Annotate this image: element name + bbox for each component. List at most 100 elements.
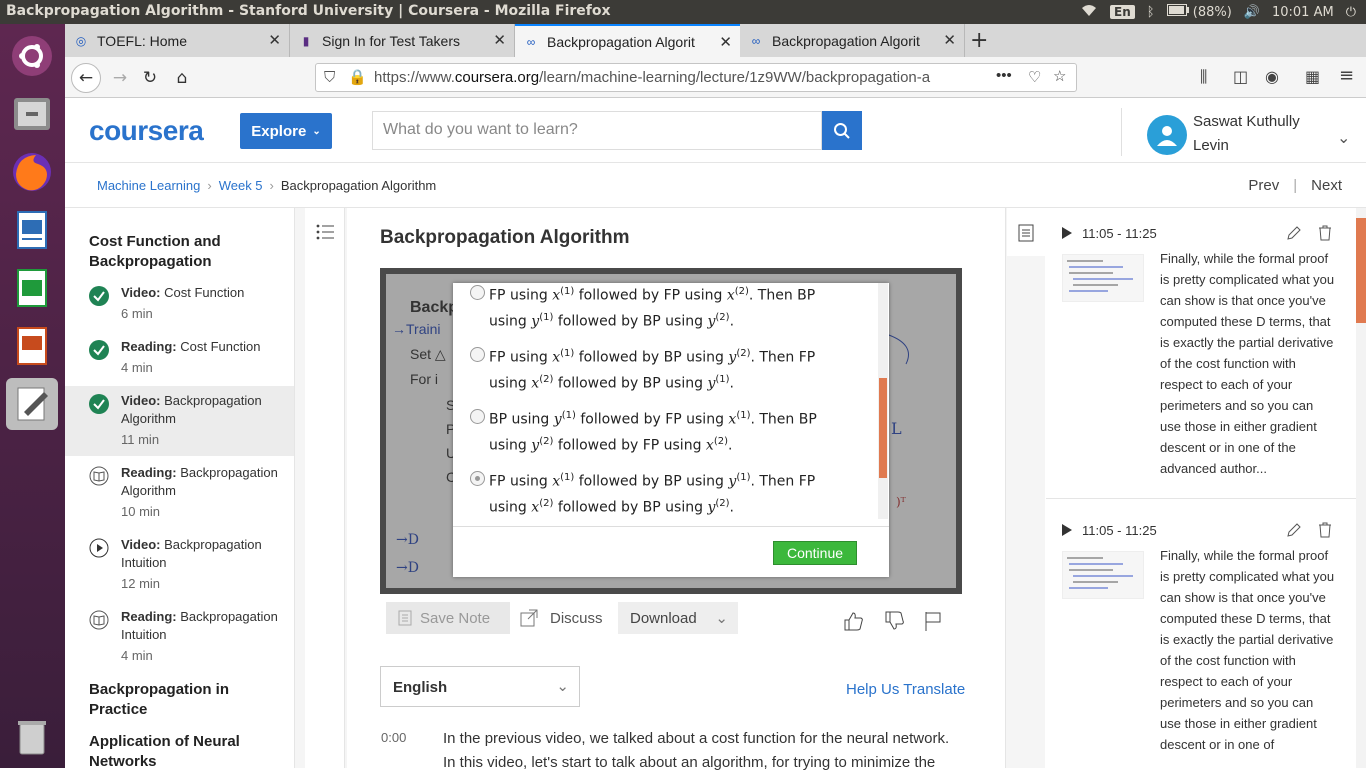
home-button[interactable]: ⌂ [167, 63, 197, 93]
sidebar-item-video-backprop-algorithm[interactable]: Video: Backpropagation Algorithm 11 min [65, 386, 294, 456]
impress-icon[interactable] [6, 320, 58, 372]
battery-indicator[interactable]: (88%) [1166, 4, 1232, 20]
transcript-language-select[interactable]: English ⌄ [380, 666, 580, 707]
text-editor-icon[interactable] [6, 378, 58, 430]
transcript-timestamp[interactable]: 0:00 [381, 730, 406, 745]
language-value: English [393, 679, 448, 696]
files-icon[interactable] [6, 88, 58, 140]
back-button[interactable]: ← [71, 63, 101, 93]
prev-button[interactable]: Prev [1248, 177, 1279, 194]
sidebar-item-reading-cost-function[interactable]: Reading: Cost Function 4 min [65, 332, 294, 386]
sidebar-item-reading-backprop-intuition[interactable]: Reading: Backpropagation Intuition 4 min [65, 602, 294, 672]
chevron-down-icon[interactable]: ⌄ [1337, 128, 1350, 147]
radio-button[interactable] [470, 285, 485, 300]
user-name[interactable]: Saswat Kuthully Levin [1193, 110, 1303, 158]
writer-icon[interactable] [6, 204, 58, 256]
keyboard-layout[interactable]: En [1110, 5, 1135, 19]
calc-icon[interactable] [6, 262, 58, 314]
sidebar-item-video-cost-function[interactable]: Video: Cost Function 6 min [65, 278, 294, 332]
url-text[interactable]: https://www.coursera.org/learn/machine-l… [374, 69, 964, 86]
volume-icon[interactable]: 🔊 [1244, 5, 1260, 20]
chevron-down-icon: ⌄ [312, 125, 321, 137]
avatar[interactable] [1147, 115, 1187, 155]
note-thumbnail[interactable] [1062, 254, 1144, 302]
new-tab-button[interactable]: + [970, 28, 988, 53]
scrollbar-thumb[interactable] [1356, 218, 1366, 323]
quiz-option-1[interactable]: FP using x(1) followed by FP using x(2).… [470, 281, 829, 332]
radio-button[interactable] [470, 347, 485, 362]
math-var: x [552, 473, 561, 490]
bluetooth-icon[interactable]: ᛒ [1147, 5, 1155, 20]
close-tab-icon[interactable]: ✕ [719, 33, 732, 51]
continue-button[interactable]: Continue [773, 541, 857, 565]
quiz-option-3[interactable]: BP using y(1) followed by FP using x(1).… [470, 405, 829, 456]
bookmark-star-icon[interactable]: ☆ [1053, 67, 1066, 85]
flag-icon[interactable] [922, 610, 944, 632]
pocket-icon[interactable]: ♡ [1028, 68, 1041, 86]
clock[interactable]: 10:01 AM [1272, 5, 1334, 20]
notes-toggle-button[interactable] [1007, 208, 1045, 256]
sidebar-icon[interactable]: ◫ [1233, 67, 1248, 86]
tab-backprop[interactable]: ∞ Backpropagation Algorit ✕ [740, 24, 965, 57]
scrollbar-thumb[interactable] [879, 378, 887, 478]
item-type: Video: [121, 285, 161, 300]
pencil-icon[interactable] [1286, 522, 1302, 538]
power-icon[interactable]: ⏻ [1346, 5, 1356, 20]
thumbs-up-icon[interactable] [842, 610, 864, 632]
download-dropdown[interactable]: Download ⌄ [618, 602, 738, 634]
trash-icon[interactable] [6, 710, 58, 762]
sidebar-item-reading-backprop-algorithm[interactable]: Reading: Backpropagation Algorithm 10 mi… [65, 458, 294, 528]
quiz-option-4[interactable]: FP using x(1) followed by BP using y(1).… [470, 467, 829, 518]
account-icon[interactable]: ◉ [1265, 67, 1279, 86]
section-title[interactable]: Backpropagation in Practice [89, 680, 269, 720]
tab-toefl[interactable]: ◎ TOEFL: Home ✕ [65, 24, 290, 57]
tab-backprop-active[interactable]: ∞ Backpropagation Algorit ✕ [515, 24, 740, 57]
trash-icon[interactable] [1317, 522, 1333, 538]
wifi-icon[interactable] [1080, 3, 1098, 21]
lock-icon[interactable]: 🔒 [348, 68, 367, 86]
radio-button-selected[interactable] [470, 471, 485, 486]
tab-sign-in[interactable]: ▮ Sign In for Test Takers ✕ [290, 24, 515, 57]
radio-button[interactable] [470, 409, 485, 424]
play-icon[interactable] [1062, 524, 1072, 536]
menu-icon[interactable]: ≡ [1339, 65, 1354, 86]
close-tab-icon[interactable]: ✕ [268, 31, 281, 49]
ubuntu-icon[interactable] [6, 30, 58, 82]
search-button[interactable] [822, 111, 862, 150]
note-time[interactable]: 11:05 - 11:25 [1082, 226, 1157, 241]
breadcrumb-link-week[interactable]: Week 5 [219, 178, 263, 193]
close-tab-icon[interactable]: ✕ [493, 31, 506, 49]
library-icon[interactable]: ⫼ [1200, 67, 1207, 87]
search-input[interactable]: What do you want to learn? [372, 111, 822, 150]
play-icon[interactable] [1062, 227, 1072, 239]
next-button[interactable]: Next [1311, 177, 1342, 194]
firefox-icon[interactable] [6, 146, 58, 198]
quiz-option-2[interactable]: FP using x(1) followed by BP using y(2).… [470, 343, 829, 394]
tracking-shield-icon[interactable]: ⛉ [324, 69, 335, 86]
thumbs-down-icon[interactable] [883, 610, 905, 632]
discuss-button[interactable]: Discuss [520, 602, 603, 634]
save-note-button[interactable]: Save Note [386, 602, 510, 634]
option-text: followed by BP using [557, 313, 704, 330]
page-actions-button[interactable]: ••• [996, 67, 1012, 84]
coursera-logo[interactable]: coursera [89, 115, 204, 147]
note-thumbnail[interactable] [1062, 551, 1144, 599]
sidebar-item-video-backprop-intuition[interactable]: Video: Backpropagation Intuition 12 min [65, 530, 294, 600]
reload-button[interactable]: ↻ [135, 63, 165, 93]
url-bar[interactable]: ⛉ 🔒 https://www.coursera.org/learn/machi… [315, 63, 1077, 92]
pencil-icon[interactable] [1286, 225, 1302, 241]
system-tray[interactable]: En ᛒ (88%) 🔊 10:01 AM ⏻ [1080, 3, 1356, 21]
page-scrollbar[interactable] [1356, 208, 1366, 768]
section-title[interactable]: Application of Neural Networks [89, 732, 269, 768]
forward-button[interactable]: → [105, 63, 135, 93]
close-tab-icon[interactable]: ✕ [943, 31, 956, 49]
outline-toggle-button[interactable] [305, 208, 345, 256]
trash-icon[interactable] [1317, 225, 1333, 241]
section-title[interactable]: Cost Function and Backpropagation [89, 232, 269, 272]
modal-scrollbar[interactable] [878, 283, 888, 519]
help-translate-link[interactable]: Help Us Translate [846, 681, 965, 698]
breadcrumb-link-course[interactable]: Machine Learning [97, 178, 200, 193]
note-time[interactable]: 11:05 - 11:25 [1082, 523, 1157, 538]
extensions-icon[interactable]: ▦ [1305, 67, 1320, 86]
explore-button[interactable]: Explore ⌄ [240, 113, 332, 149]
